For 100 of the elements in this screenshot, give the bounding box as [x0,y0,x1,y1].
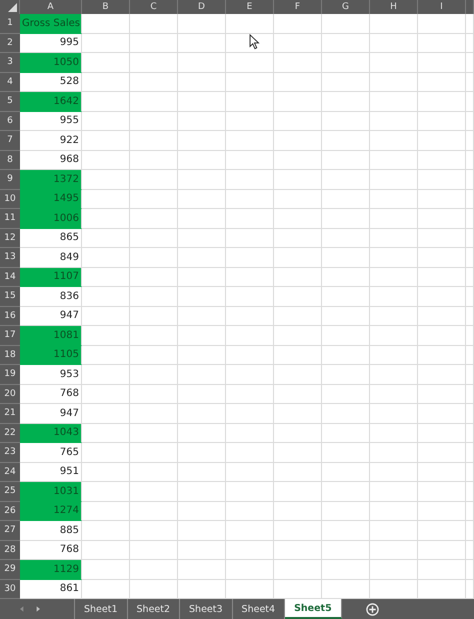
row-header[interactable]: 7 [0,131,20,150]
empty-cell [226,521,274,540]
row-header[interactable]: 23 [0,443,20,462]
empty-cell [370,209,418,228]
empty-cell [130,443,178,462]
column-header[interactable]: C [130,0,178,14]
table-cell: 1105 [20,346,82,365]
empty-cell [322,306,370,326]
empty-cell [226,268,274,287]
row-header[interactable]: 1 [0,14,20,34]
empty-cell [82,384,130,404]
add-sheet-icon[interactable] [366,602,379,616]
row-header[interactable]: 21 [0,404,20,424]
column-header[interactable]: H [370,0,418,14]
empty-cell [322,346,370,365]
sheet-tab[interactable]: Sheet2 [128,599,180,619]
empty-cell [418,326,466,346]
row-header[interactable]: 5 [0,92,20,112]
empty-cell [418,53,466,72]
row-header[interactable]: 11 [0,209,20,228]
table-cell: 1274 [20,502,82,521]
scroll-left-icon[interactable] [20,606,24,612]
row-header[interactable]: 12 [0,228,20,248]
column-header[interactable]: D [178,0,226,14]
empty-cell [178,72,226,92]
row-header[interactable]: 3 [0,53,20,72]
column-header[interactable]: G [322,0,370,14]
row-header[interactable]: 25 [0,482,20,502]
row-header[interactable]: 17 [0,326,20,346]
empty-cell [226,53,274,72]
row-header[interactable]: 15 [0,287,20,306]
empty-cell [178,443,226,462]
empty-cell [274,228,322,248]
empty-cell [418,150,466,170]
row-header[interactable]: 20 [0,384,20,404]
empty-cell [178,384,226,404]
empty-cell [226,326,274,346]
row-header[interactable]: 8 [0,150,20,170]
row-header[interactable]: 6 [0,112,20,131]
sheet-tab[interactable]: Sheet1 [75,599,128,619]
empty-cell [82,521,130,540]
empty-cell [82,462,130,482]
empty-cell [370,384,418,404]
row-header[interactable]: 19 [0,365,20,384]
row-header[interactable]: 18 [0,346,20,365]
empty-cell [274,306,322,326]
column-header[interactable]: B [82,0,130,14]
row-header[interactable]: 2 [0,34,20,53]
row-header[interactable]: 30 [0,580,20,599]
empty-cell [418,540,466,560]
empty-cell [322,53,370,72]
empty-cell [274,384,322,404]
empty-cell [178,365,226,384]
empty-cell [226,92,274,112]
row-header[interactable]: 22 [0,424,20,443]
empty-cell [226,502,274,521]
column-header[interactable]: A [20,0,82,14]
empty-cell [418,131,466,150]
empty-cell [418,365,466,384]
empty-cell [178,170,226,190]
empty-cell [82,131,130,150]
empty-cell [322,365,370,384]
empty-cell [226,287,274,306]
row-header[interactable]: 27 [0,521,20,540]
row-header[interactable]: 4 [0,72,20,92]
empty-cell [274,170,322,190]
empty-cell [418,384,466,404]
row-header[interactable]: 9 [0,170,20,190]
sheet-tab[interactable]: Sheet5 [285,599,342,619]
column-header[interactable]: E [226,0,274,14]
row-header[interactable]: 13 [0,248,20,268]
row-header[interactable]: 28 [0,540,20,560]
empty-cell [322,502,370,521]
column-header[interactable]: F [274,0,322,14]
table-cell: 1081 [20,326,82,346]
empty-cell [178,228,226,248]
column-header[interactable]: I [418,0,466,14]
empty-cell [274,540,322,560]
row-header[interactable]: 24 [0,462,20,482]
row-header[interactable]: 16 [0,306,20,326]
select-all-icon[interactable] [7,2,17,12]
row-header[interactable]: 14 [0,268,20,287]
row-header[interactable]: 29 [0,560,20,580]
empty-cell [370,424,418,443]
empty-cell [274,248,322,268]
empty-cell [178,131,226,150]
empty-cell [322,72,370,92]
empty-cell [370,14,418,34]
table-cell: 1043 [20,424,82,443]
empty-cell [418,34,466,53]
empty-cell [418,404,466,424]
sheet-tab[interactable]: Sheet3 [180,599,233,619]
empty-cell [130,34,178,53]
empty-cell [130,365,178,384]
row-header[interactable]: 26 [0,502,20,521]
empty-cell [370,560,418,580]
empty-cell [226,72,274,92]
row-header[interactable]: 10 [0,190,20,209]
empty-cell [274,462,322,482]
scroll-right-icon[interactable] [36,606,40,612]
